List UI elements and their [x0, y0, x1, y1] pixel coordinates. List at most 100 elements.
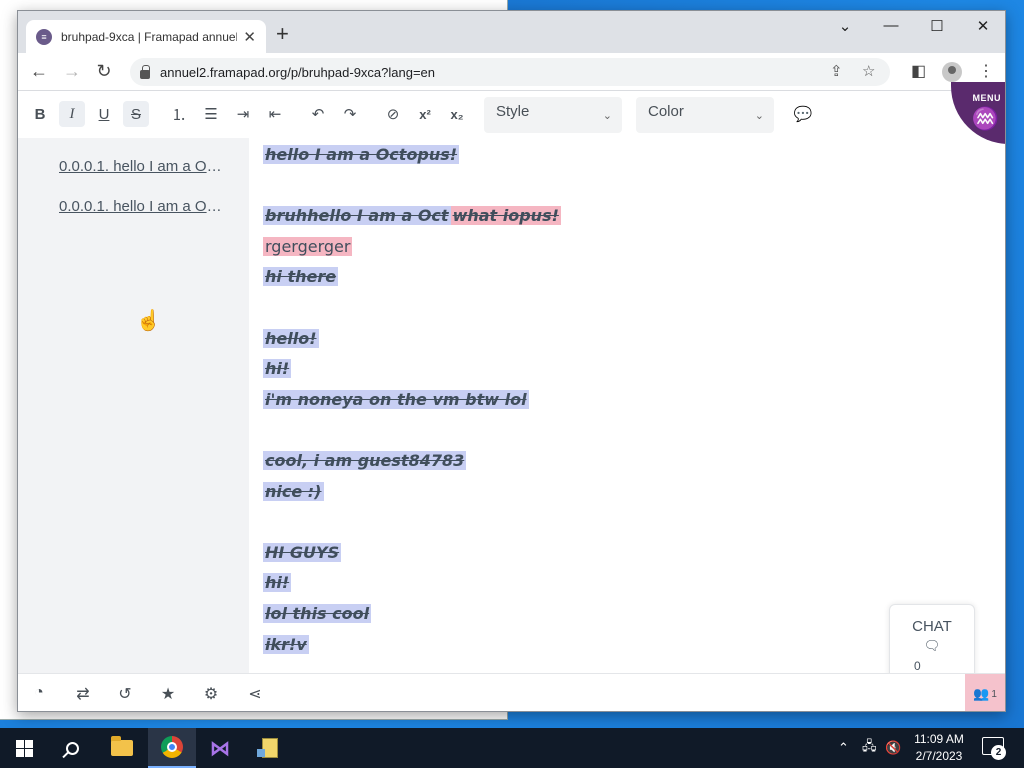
underline-button[interactable]: U	[91, 101, 117, 127]
pad-line[interactable]: nice :)	[263, 479, 324, 505]
forward-button[interactable]: →	[61, 61, 83, 82]
pad-line[interactable]: hi there	[263, 264, 339, 290]
start-button[interactable]	[0, 728, 48, 768]
reload-button[interactable]: ↻	[93, 61, 115, 82]
minimize-button[interactable]: —	[879, 17, 903, 34]
notification-badge: 2	[991, 745, 1006, 760]
pad-text-segment[interactable]: hi there	[263, 267, 339, 287]
desktop-icon-label[interactable]: D	[3, 258, 11, 270]
pad-text-segment[interactable]: cool, i am guest84783	[263, 451, 467, 470]
star-icon[interactable]: ★	[157, 684, 179, 704]
pad-text-segment[interactable]: hi!	[263, 573, 292, 593]
back-button[interactable]: ←	[28, 61, 50, 82]
pad-text-segment[interactable]: rgergerger	[263, 236, 353, 256]
superscript-button[interactable]: x²	[412, 101, 438, 127]
pad-text-segment[interactable]: HI GUYS	[263, 542, 342, 562]
browser-tab[interactable]: ≡ bruhpad-9xca | Framapad annuel ✕	[26, 20, 266, 53]
desktop-icon-label[interactable]: M	[3, 60, 12, 72]
pad-text-segment[interactable]: hello!	[263, 328, 319, 348]
bookmark-star-icon[interactable]: ☆	[862, 62, 875, 80]
show-hidden-icons-button[interactable]: ⌃	[838, 728, 849, 768]
bold-button[interactable]: B	[27, 101, 53, 127]
pad-line[interactable]: hi!	[263, 356, 292, 382]
chat-widget[interactable]: CHAT 🗨 0	[889, 604, 975, 682]
pad-line[interactable]: hello I am a Octopus!	[263, 142, 460, 168]
pad-line[interactable]: HI GUYS	[263, 540, 342, 566]
network-icon[interactable]: 🖧	[862, 728, 877, 768]
hide-authorship-icon[interactable]: ⊘	[380, 101, 406, 127]
pad-line[interactable]: bruhhello I am a Oct what iopus!	[263, 203, 561, 229]
pad-line[interactable]: i'm noneya on the vm btw lol	[263, 387, 529, 413]
share-page-icon[interactable]: ⇪	[830, 62, 843, 80]
maximize-button[interactable]: ☐	[925, 17, 949, 35]
pad-text-segment[interactable]: hello I am a Octopus!	[263, 145, 460, 164]
file-explorer-button[interactable]	[98, 728, 146, 768]
address-bar[interactable]: annuel2.framapad.org/p/bruhpad-9xca?lang…	[130, 58, 890, 86]
desktop-icon-label[interactable]: V	[3, 455, 10, 467]
pad-line[interactable]: lol this cool	[263, 601, 372, 627]
pad-text-segment[interactable]: bruhhello I am a Oct	[263, 206, 451, 226]
italic-button[interactable]: I	[59, 101, 85, 127]
strikethrough-button[interactable]: S	[123, 101, 149, 127]
outdent-icon[interactable]: ⇤	[262, 101, 288, 127]
import-export-icon[interactable]: ⇄	[72, 684, 94, 704]
dashboard-icon[interactable]: ◔	[28, 684, 50, 702]
more-menu-icon[interactable]: ⋮	[978, 61, 994, 81]
pad-line[interactable]: ikr!v	[263, 632, 309, 658]
tab-search-button[interactable]: ⌄	[833, 17, 857, 35]
volume-muted-icon[interactable]: 🔇	[885, 728, 901, 768]
editor-toolbar: B I U S ⒈ ☰ ⇥ ⇤ ↶ ↷ ⊘ x² x₂ Style ⌄ Colo…	[18, 82, 1005, 144]
ordered-list-icon[interactable]: ⒈	[166, 101, 192, 127]
search-button[interactable]	[48, 728, 96, 768]
toc-link[interactable]: 0.0.0.1. hello I am a Octopus!	[59, 158, 227, 175]
visual-studio-button[interactable]: ⋈	[196, 728, 244, 768]
clock-date: 2/7/2023	[915, 749, 963, 763]
pad-line[interactable]: rgergerger	[263, 234, 353, 260]
chevron-up-icon: ⌃	[838, 740, 849, 755]
subscript-button[interactable]: x₂	[444, 101, 470, 127]
desktop-icon-label[interactable]: N	[3, 668, 11, 680]
share-icon[interactable]: ⋖	[244, 684, 266, 704]
new-tab-button[interactable]: +	[276, 23, 289, 45]
add-comment-icon[interactable]: 💬	[790, 101, 816, 127]
hand-cursor-icon: ☝	[136, 310, 161, 332]
menu-label: MENU	[972, 93, 1001, 103]
settings-icon[interactable]: ⚙	[200, 684, 222, 704]
style-dropdown[interactable]: Style ⌄	[484, 97, 622, 133]
pad-line[interactable]: hi!	[263, 570, 292, 596]
color-dropdown[interactable]: Color ⌄	[636, 97, 774, 133]
pad-document[interactable]: hello I am a Octopus! bruhhello I am a Oc…	[263, 138, 993, 673]
undo-icon[interactable]: ↶	[305, 101, 331, 127]
app-taskbar-button[interactable]	[246, 728, 294, 768]
tab-strip: ≡ bruhpad-9xca | Framapad annuel ✕ + ⌄ —…	[18, 11, 1005, 53]
tab-title: bruhpad-9xca | Framapad annuel	[61, 29, 238, 44]
pad-text-segment[interactable]: lol this cool	[263, 604, 372, 623]
clock-time: 11:09 AM	[914, 732, 964, 746]
close-tab-icon[interactable]: ✕	[243, 28, 256, 46]
clock[interactable]: 11:09 AM 2/7/2023	[908, 731, 970, 765]
pad-text-segment[interactable]: i'm noneya on the vm btw lol	[263, 389, 529, 409]
visual-studio-icon: ⋈	[210, 737, 230, 760]
pad-text-segment[interactable]: ikr!v	[263, 634, 309, 654]
side-panel-icon[interactable]: ◧	[911, 61, 926, 81]
pad-text-segment[interactable]: nice :)	[263, 481, 324, 501]
users-button[interactable]: 👥 1	[965, 674, 1005, 711]
pad-line[interactable]: cool, i am guest84783	[263, 448, 467, 474]
toc-link[interactable]: 0.0.0.1. hello I am a Octopus!	[59, 198, 227, 215]
pad-text-segment[interactable]: what iopus!	[450, 206, 561, 226]
url-text[interactable]: annuel2.framapad.org/p/bruhpad-9xca?lang…	[160, 65, 435, 80]
close-window-button[interactable]: ✕	[971, 17, 995, 35]
unordered-list-icon[interactable]: ☰	[198, 101, 224, 127]
chrome-icon	[161, 736, 183, 758]
redo-icon[interactable]: ↷	[337, 101, 363, 127]
chrome-taskbar-button[interactable]	[148, 728, 196, 768]
users-icon: 👥	[973, 686, 990, 701]
folder-icon	[111, 736, 133, 756]
profile-avatar[interactable]	[942, 62, 962, 82]
framapad-menu-button[interactable]: MENU ♒	[951, 82, 1005, 144]
lock-icon[interactable]	[140, 64, 150, 79]
history-icon[interactable]: ↺	[114, 684, 136, 704]
pad-line[interactable]: hello!	[263, 326, 319, 352]
indent-icon[interactable]: ⇥	[230, 101, 256, 127]
pad-text-segment[interactable]: hi!	[263, 359, 292, 379]
